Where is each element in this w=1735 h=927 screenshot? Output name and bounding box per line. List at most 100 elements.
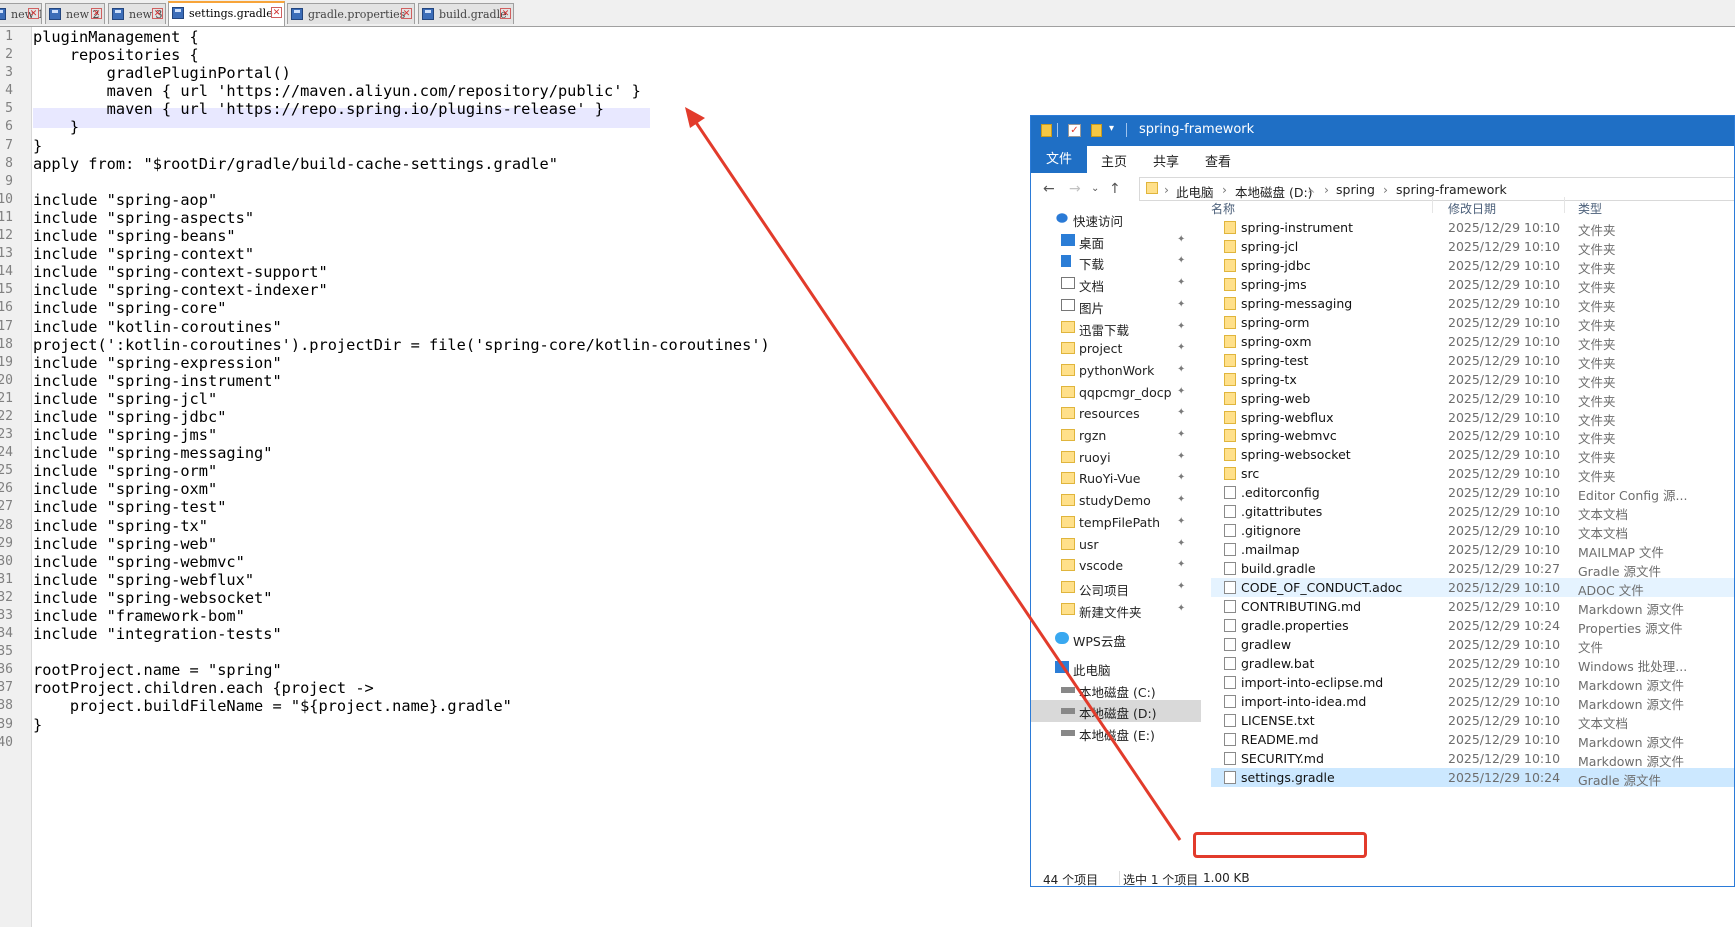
file-row[interactable]: CONTRIBUTING.md 2025/12/29 10:10 Markdown … [1211,597,1734,617]
editor-tab[interactable]: new 1 ✕ [0,3,42,24]
nav-item[interactable]: usr ✦ [1031,534,1201,556]
pin-icon[interactable]: ✦ [1177,386,1185,397]
close-icon[interactable]: ✕ [91,8,102,19]
close-icon[interactable]: ✕ [401,8,412,19]
forward-arrow-icon[interactable]: → [1069,181,1081,197]
nav-item[interactable]: 公司项目 ✦ [1031,577,1201,599]
file-row[interactable]: import-into-eclipse.md 2025/12/29 10:10 Ma… [1211,673,1734,693]
nav-item[interactable]: 本地磁盘 (C:) [1031,679,1201,701]
recent-locations-chevron-icon[interactable]: ⌄ [1091,183,1099,194]
close-icon[interactable]: ✕ [271,7,282,18]
column-name[interactable]: 名称 [1211,200,1235,217]
pin-icon[interactable]: ✦ [1177,429,1185,440]
file-row[interactable]: .editorconfig 2025/12/29 10:10 Editor Conf… [1211,483,1734,503]
properties-icon[interactable]: ✓ [1068,124,1081,137]
file-row[interactable]: .gitattributes 2025/12/29 10:10 文本文档 [1211,502,1734,522]
pin-icon[interactable]: ✦ [1177,538,1185,549]
nav-item[interactable]: 迅雷下载 ✦ [1031,317,1201,339]
file-row[interactable]: spring-web 2025/12/29 10:10 文件夹 [1211,389,1734,409]
breadcrumb-this-pc[interactable]: 此电脑 [1176,182,1214,201]
file-row[interactable]: src 2025/12/29 10:10 文件夹 [1211,464,1734,484]
pin-icon[interactable]: ✦ [1177,451,1185,462]
file-row[interactable]: spring-websocket 2025/12/29 10:10 文件夹 [1211,445,1734,465]
editor-tab[interactable]: gradle.properties ✕ [287,3,415,24]
nav-item[interactable]: qqpcmgr_docp ✦ [1031,382,1201,404]
pin-icon[interactable]: ✦ [1177,559,1185,570]
nav-item[interactable]: project ✦ [1031,338,1201,360]
file-row[interactable]: spring-webflux 2025/12/29 10:10 文件夹 [1211,408,1734,428]
file-row[interactable]: gradlew 2025/12/29 10:10 文件 [1211,635,1734,655]
pin-icon[interactable]: ✦ [1177,299,1185,310]
file-row[interactable]: spring-jdbc 2025/12/29 10:10 文件夹 [1211,256,1734,276]
file-row[interactable]: settings.gradle 2025/12/29 10:24 Gradle 源文… [1211,767,1734,788]
new-folder-icon[interactable] [1091,124,1102,137]
nav-item[interactable]: 此电脑 [1031,657,1201,679]
nav-item[interactable]: 下载 ✦ [1031,251,1201,273]
file-row[interactable]: import-into-idea.md 2025/12/29 10:10 Markd… [1211,692,1734,712]
column-divider[interactable] [1564,197,1565,213]
ribbon-tab-view[interactable]: 查看 [1205,151,1231,170]
file-row[interactable]: spring-jcl 2025/12/29 10:10 文件夹 [1211,237,1734,257]
column-divider[interactable] [1432,197,1433,213]
nav-item[interactable]: tempFilePath ✦ [1031,512,1201,534]
file-row[interactable]: .gitignore 2025/12/29 10:10 文本文档 [1211,521,1734,541]
nav-item[interactable]: ruoyi ✦ [1031,447,1201,469]
pin-icon[interactable]: ✦ [1177,494,1185,505]
pin-icon[interactable]: ✦ [1177,603,1185,614]
ribbon-tab-home[interactable]: 主页 [1101,151,1127,170]
quick-access-dropdown-icon[interactable]: ▾ [1109,123,1114,134]
file-row[interactable]: spring-jms 2025/12/29 10:10 文件夹 [1211,275,1734,295]
pin-icon[interactable]: ✦ [1177,321,1185,332]
pin-icon[interactable]: ✦ [1177,234,1185,245]
nav-item[interactable]: vscode ✦ [1031,555,1201,577]
editor-tab[interactable]: new 3 ✕ [108,3,166,24]
column-date[interactable]: 修改日期 [1448,200,1496,217]
pin-icon[interactable]: ✦ [1177,342,1185,353]
close-icon[interactable]: ✕ [500,8,511,19]
editor-tab[interactable]: new 2 ✕ [45,3,105,24]
file-row[interactable]: spring-orm 2025/12/29 10:10 文件夹 [1211,313,1734,333]
close-icon[interactable]: ✕ [152,8,163,19]
file-row[interactable]: gradle.properties 2025/12/29 10:24 Propert… [1211,616,1734,636]
nav-item[interactable]: 快速访问 [1031,208,1201,230]
nav-item[interactable]: WPS云盘 [1031,628,1201,650]
ribbon-tab-share[interactable]: 共享 [1153,151,1179,170]
pin-icon[interactable]: ✦ [1177,516,1185,527]
nav-item[interactable]: 本地磁盘 (D:) [1031,700,1201,723]
nav-item[interactable]: pythonWork ✦ [1031,360,1201,382]
file-row[interactable]: gradlew.bat 2025/12/29 10:10 Windows 批处理..… [1211,654,1734,674]
file-row[interactable]: spring-instrument 2025/12/29 10:10 文件夹 [1211,218,1734,238]
pin-icon[interactable]: ✦ [1177,255,1185,266]
column-type[interactable]: 类型 [1578,200,1602,217]
file-row[interactable]: build.gradle 2025/12/29 10:27 Gradle 源文件 [1211,559,1734,579]
back-arrow-icon[interactable]: ← [1043,181,1055,197]
file-row[interactable]: SECURITY.md 2025/12/29 10:10 Markdown 源文件 [1211,749,1734,769]
nav-item[interactable]: RuoYi-Vue ✦ [1031,468,1201,490]
nav-item[interactable]: 新建文件夹 ✦ [1031,599,1201,621]
pin-icon[interactable]: ✦ [1177,581,1185,592]
ribbon-tab-file[interactable]: 文件 [1031,146,1087,173]
nav-item[interactable]: 本地磁盘 (E:) [1031,722,1201,744]
nav-item[interactable]: 图片 ✦ [1031,295,1201,317]
file-row[interactable]: LICENSE.txt 2025/12/29 10:10 文本文档 [1211,711,1734,731]
file-row[interactable]: .mailmap 2025/12/29 10:10 MAILMAP 文件 [1211,540,1734,560]
file-row[interactable]: spring-webmvc 2025/12/29 10:10 文件夹 [1211,426,1734,446]
up-arrow-icon[interactable]: ↑ [1109,181,1121,197]
file-row[interactable]: spring-messaging 2025/12/29 10:10 文件夹 [1211,294,1734,314]
file-row[interactable]: README.md 2025/12/29 10:10 Markdown 源文件 [1211,730,1734,750]
close-icon[interactable]: ✕ [28,8,39,19]
pin-icon[interactable]: ✦ [1177,472,1185,483]
nav-item[interactable]: resources ✦ [1031,403,1201,425]
pin-icon[interactable]: ✦ [1177,364,1185,375]
file-row[interactable]: spring-oxm 2025/12/29 10:10 文件夹 [1211,332,1734,352]
pin-icon[interactable]: ✦ [1177,407,1185,418]
nav-item[interactable]: 桌面 ✦ [1031,230,1201,252]
editor-tab[interactable]: settings.gradle ✕ [168,1,285,26]
nav-item[interactable]: studyDemo ✦ [1031,490,1201,512]
file-row[interactable]: CODE_OF_CONDUCT.adoc 2025/12/29 10:10 ADOC… [1211,578,1734,598]
nav-item[interactable]: 文档 ✦ [1031,273,1201,295]
pin-icon[interactable]: ✦ [1177,277,1185,288]
file-row[interactable]: spring-tx 2025/12/29 10:10 文件夹 [1211,370,1734,390]
file-row[interactable]: spring-test 2025/12/29 10:10 文件夹 [1211,351,1734,371]
editor-tab[interactable]: build.gradle ✕ [418,3,514,24]
